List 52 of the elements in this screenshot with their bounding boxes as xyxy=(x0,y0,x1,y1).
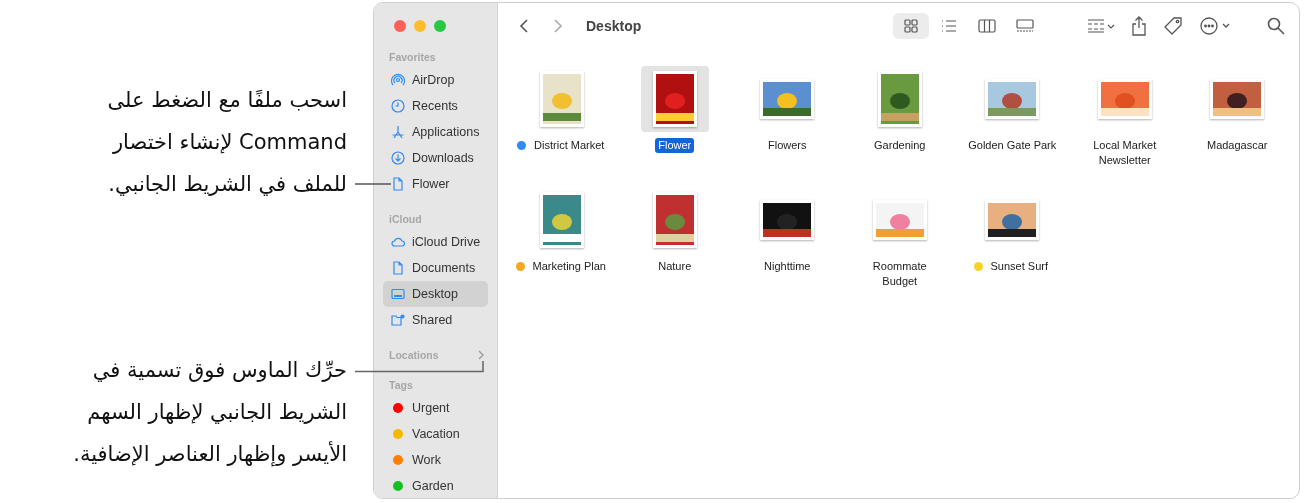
file-name[interactable]: Marketing Plan xyxy=(529,259,609,274)
leader-line xyxy=(355,183,391,185)
section-heading: iCloud xyxy=(389,213,422,225)
file-name[interactable]: Flower xyxy=(655,138,695,153)
window-title: Desktop xyxy=(586,18,642,34)
gallery-icon xyxy=(1016,18,1034,34)
section-heading: Locations xyxy=(389,349,439,361)
search-icon[interactable] xyxy=(1267,17,1285,35)
section-heading: Tags xyxy=(389,379,413,391)
more-icon[interactable] xyxy=(1199,16,1231,36)
cloud-icon xyxy=(391,235,405,249)
clock-icon xyxy=(391,99,405,113)
icon-view-button[interactable] xyxy=(893,13,929,39)
sidebar-item[interactable]: AirDrop xyxy=(383,67,488,93)
sidebar-item[interactable]: Desktop xyxy=(383,281,488,307)
section-heading: Favorites xyxy=(389,51,436,63)
callout-text: حرِّك الماوس فوق تسمية في الشريط الجانبي لإظهار السهم الأيسر وإظهار العناصر الإضافية. xyxy=(73,357,347,469)
file-name[interactable]: Gardening xyxy=(871,138,929,153)
shared-folder-icon xyxy=(391,313,405,327)
back-icon[interactable] xyxy=(518,18,530,34)
file-name[interactable]: Roommate Budget xyxy=(851,259,948,289)
columns-icon xyxy=(978,18,996,34)
sidebar-item[interactable]: Work xyxy=(383,447,488,473)
sidebar-item[interactable]: Documents xyxy=(383,255,488,281)
desktop-icon xyxy=(391,287,405,301)
sidebar-item[interactable]: Garden xyxy=(383,473,488,498)
sidebar-item[interactable]: Applications xyxy=(383,119,488,145)
file-name[interactable]: Local Market Newsletter xyxy=(1076,138,1173,168)
list-icon xyxy=(940,18,958,34)
file-name[interactable]: Nature xyxy=(655,259,695,274)
sidebar-item[interactable]: Downloads xyxy=(383,145,488,171)
file-name[interactable]: District Market xyxy=(531,138,608,153)
sidebar-item[interactable]: iCloud Drive xyxy=(383,229,488,255)
download-icon xyxy=(391,151,405,165)
sidebar-item[interactable]: Recents xyxy=(383,93,488,119)
sidebar-item[interactable]: Urgent xyxy=(383,395,488,421)
tag-icon[interactable] xyxy=(1163,16,1183,36)
document-icon xyxy=(391,261,405,275)
file-name[interactable]: Flowers xyxy=(765,138,810,153)
file-name[interactable]: Golden Gate Park xyxy=(965,138,1060,153)
file-name[interactable]: Madagascar xyxy=(1203,138,1271,153)
sidebar-item[interactable]: Vacation xyxy=(383,421,488,447)
sidebar-item[interactable]: Flower xyxy=(383,171,488,197)
sidebar-item[interactable]: Shared xyxy=(383,307,488,333)
file-name[interactable]: Nighttime xyxy=(761,259,814,274)
grid-icon xyxy=(902,18,920,34)
callout-text: اسحب ملفًا مع الضغط على Command لإنشاء اختصار للملف في الشريط الجانبي. xyxy=(107,87,347,198)
document-icon xyxy=(391,177,405,191)
share-icon[interactable] xyxy=(1131,16,1147,36)
file-name[interactable]: Sunset Surf xyxy=(987,259,1051,274)
airdrop-icon xyxy=(391,73,405,87)
apps-icon xyxy=(391,125,405,139)
